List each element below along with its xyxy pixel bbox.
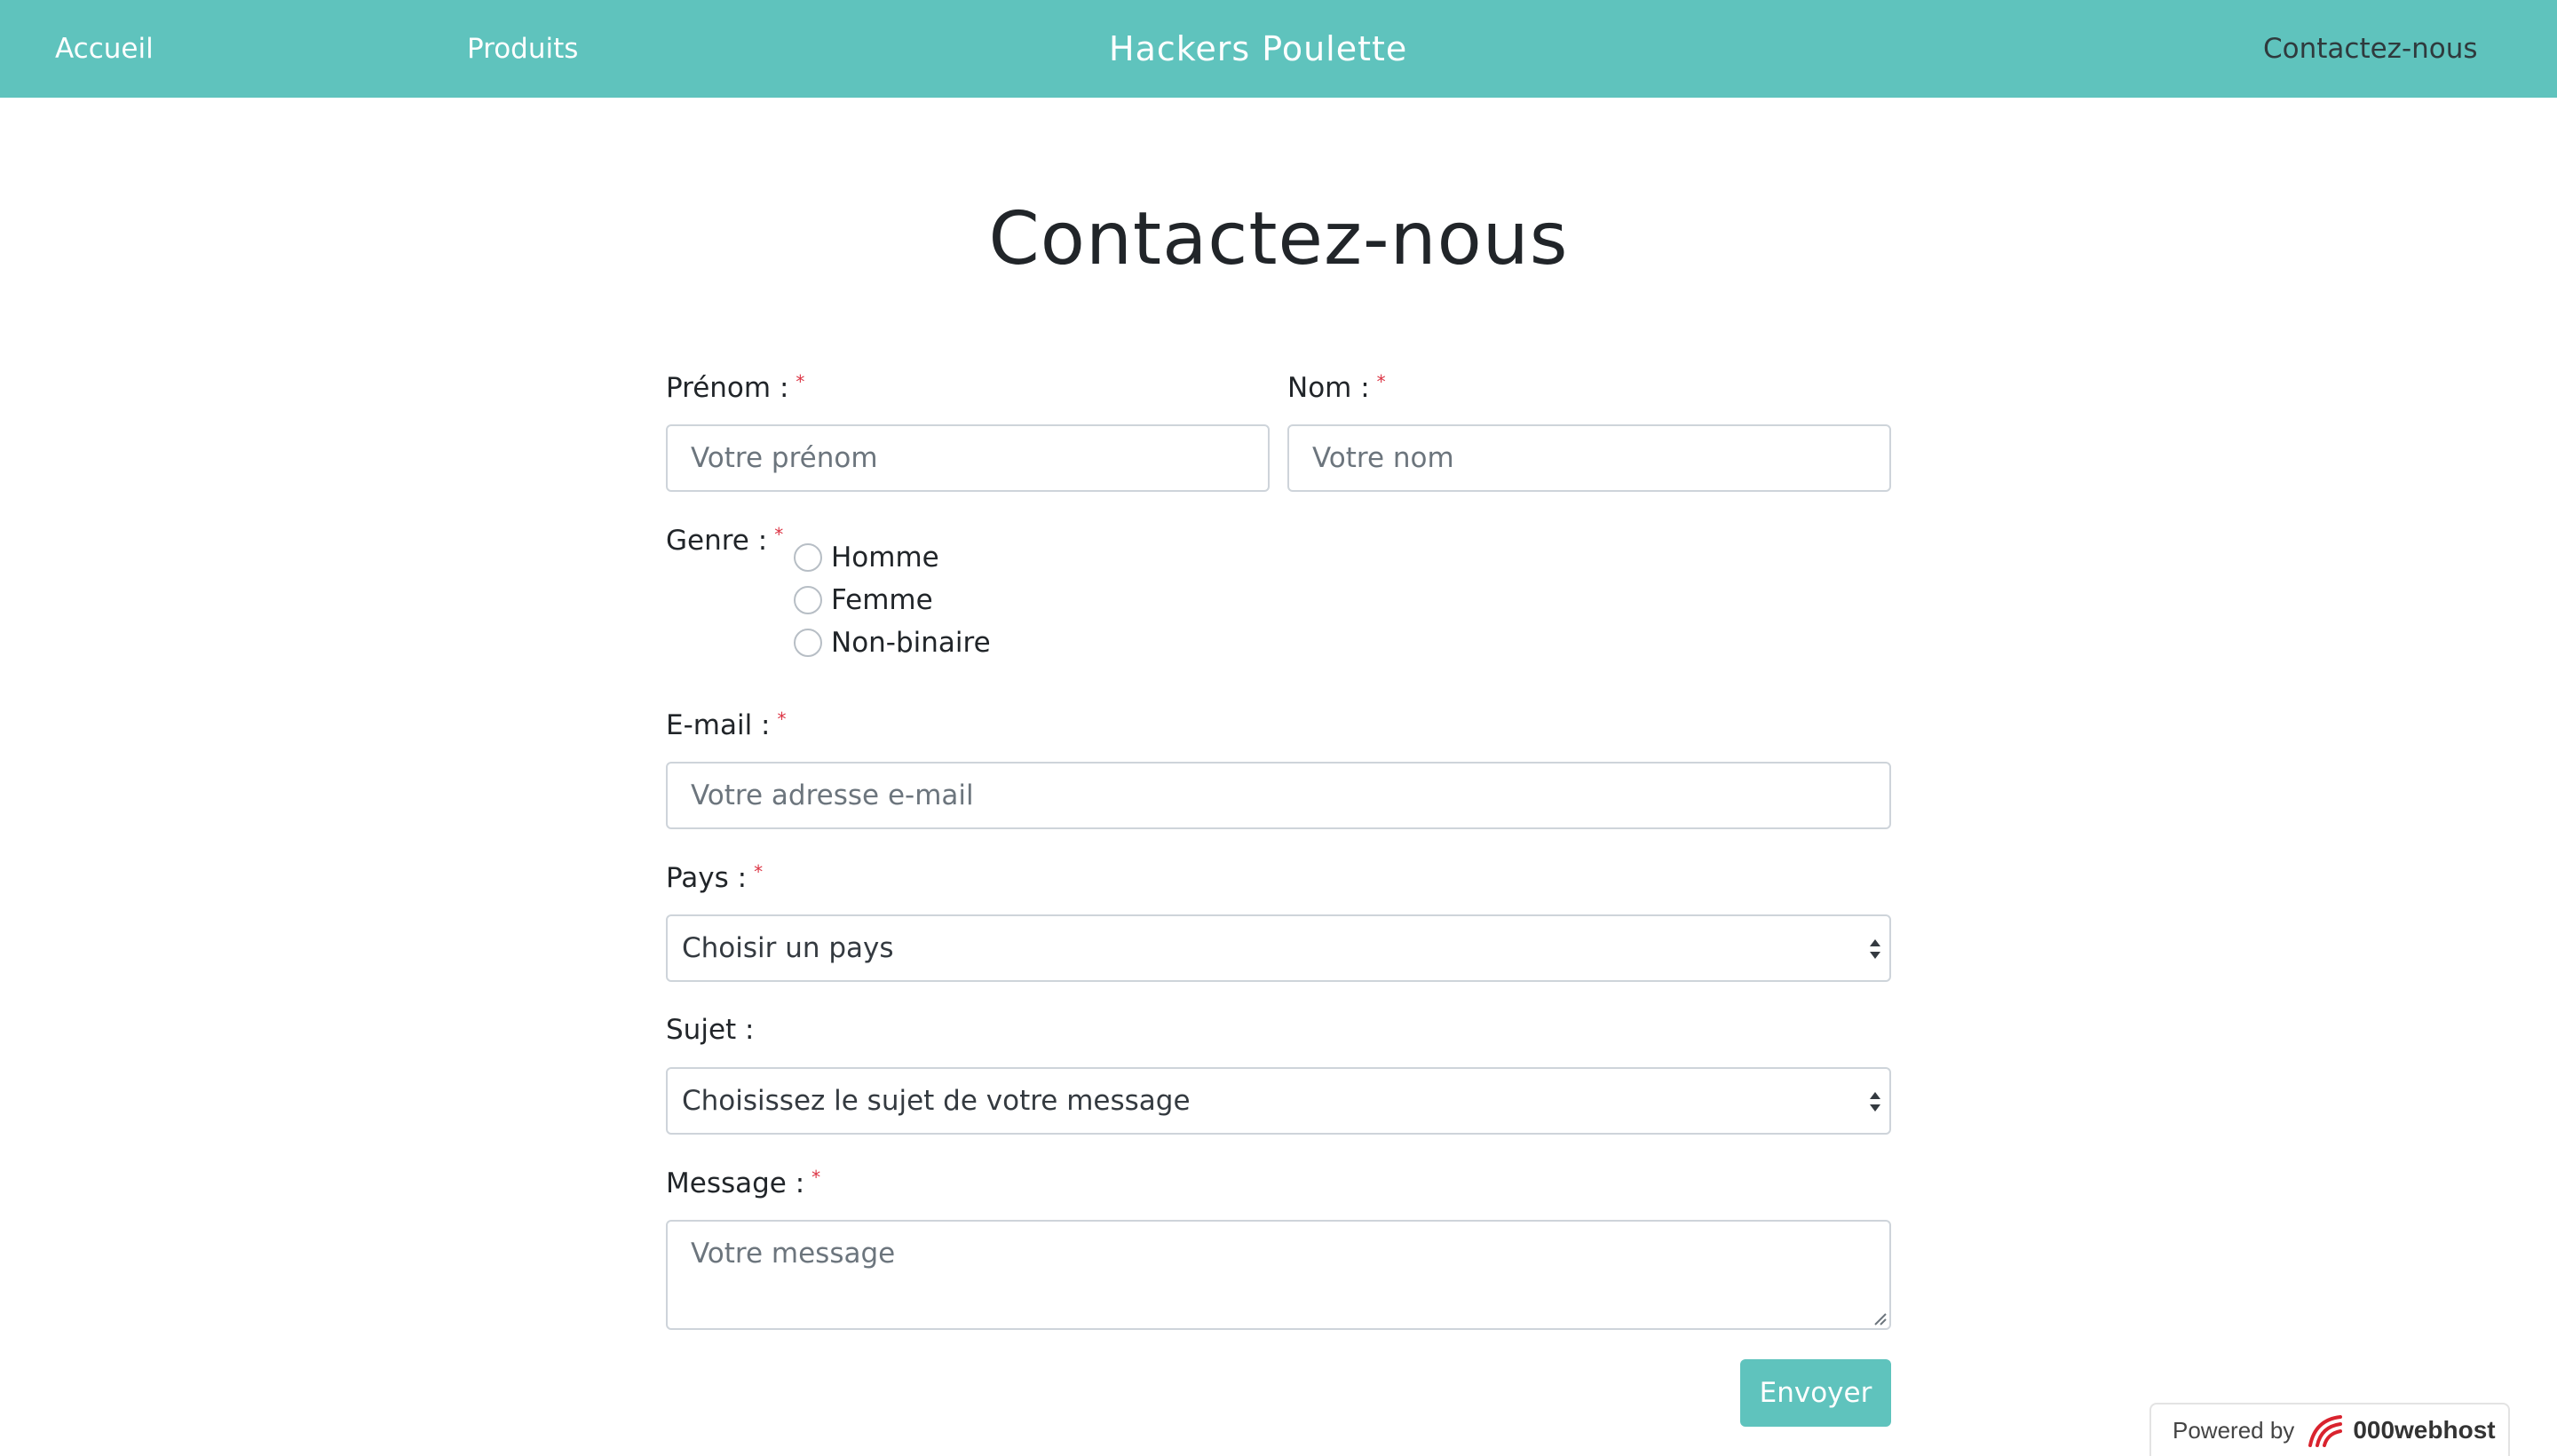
message-textarea[interactable] xyxy=(666,1220,1891,1330)
country-select[interactable]: Choisir un pays xyxy=(666,914,1891,982)
required-mark: * xyxy=(754,861,764,882)
gender-label: Genre : * xyxy=(666,524,783,557)
radio-label: Homme xyxy=(831,542,939,574)
gender-option-femme[interactable]: Femme xyxy=(794,584,933,616)
required-mark: * xyxy=(796,371,805,392)
select-arrows-icon xyxy=(1870,1092,1880,1112)
radio-button[interactable] xyxy=(794,629,822,657)
required-mark: * xyxy=(774,524,784,545)
gender-option-non-binaire[interactable]: Non-binaire xyxy=(794,627,991,659)
resize-handle-icon[interactable] xyxy=(1872,1310,1888,1326)
brand-title[interactable]: Hackers Poulette xyxy=(1109,0,1407,98)
host-name: 000webhost xyxy=(2353,1416,2496,1444)
message-label: Message : * xyxy=(666,1167,820,1199)
subject-select-value: Choisissez le sujet de votre message xyxy=(682,1085,1191,1117)
required-mark: * xyxy=(811,1167,821,1188)
gender-option-homme[interactable]: Homme xyxy=(794,542,939,574)
lastname-label: Nom : * xyxy=(1287,371,1386,404)
firstname-label: Prénom : * xyxy=(666,371,804,404)
submit-button[interactable]: Envoyer xyxy=(1740,1359,1891,1427)
country-label-text: Pays : xyxy=(666,862,748,894)
country-select-value: Choisir un pays xyxy=(682,932,894,964)
message-label-text: Message : xyxy=(666,1167,805,1199)
email-label: E-mail : * xyxy=(666,708,787,741)
email-input[interactable] xyxy=(666,762,1891,829)
radio-label: Femme xyxy=(831,584,933,616)
email-label-text: E-mail : xyxy=(666,709,771,741)
subject-select[interactable]: Choisissez le sujet de votre message xyxy=(666,1067,1891,1135)
webhost-logo-icon xyxy=(2308,1415,2343,1447)
nav-link-products[interactable]: Produits xyxy=(467,0,578,98)
subject-label: Sujet : xyxy=(666,1014,755,1046)
firstname-input[interactable] xyxy=(666,424,1270,492)
radio-button[interactable] xyxy=(794,543,822,572)
lastname-label-text: Nom : xyxy=(1287,372,1370,404)
firstname-label-text: Prénom : xyxy=(666,372,789,404)
lastname-input[interactable] xyxy=(1287,424,1891,492)
select-arrows-icon xyxy=(1870,939,1880,959)
page-title: Contactez-nous xyxy=(988,197,1569,281)
nav-link-home[interactable]: Accueil xyxy=(55,0,154,98)
required-mark: * xyxy=(1376,371,1386,392)
powered-by-text: Powered by xyxy=(2173,1416,2295,1444)
hosting-badge[interactable]: Powered by 000webhost xyxy=(2149,1403,2510,1456)
radio-button[interactable] xyxy=(794,586,822,614)
country-label: Pays : * xyxy=(666,861,763,894)
required-mark: * xyxy=(777,708,787,730)
nav-link-contact[interactable]: Contactez-nous xyxy=(2263,0,2478,98)
gender-label-text: Genre : xyxy=(666,525,768,557)
radio-label: Non-binaire xyxy=(831,627,991,659)
top-navbar: Accueil Produits Hackers Poulette Contac… xyxy=(0,0,2557,98)
